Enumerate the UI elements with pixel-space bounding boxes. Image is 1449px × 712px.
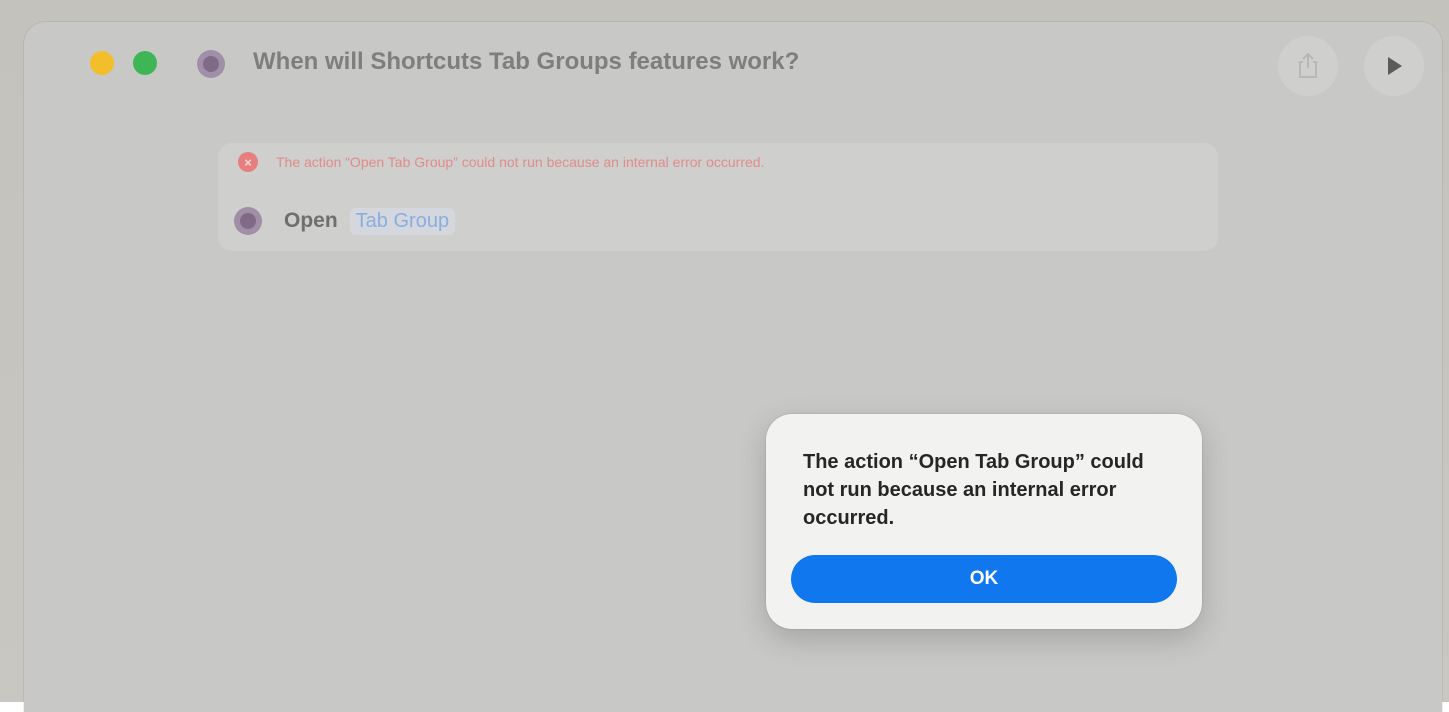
window-title: When will Shortcuts Tab Groups features … bbox=[253, 48, 800, 75]
open-tab-group-action[interactable]: × The action “Open Tab Group” could not … bbox=[218, 143, 1218, 251]
share-icon bbox=[1299, 52, 1317, 78]
error-alert-dialog: The action “Open Tab Group” could not ru… bbox=[766, 414, 1202, 629]
shortcut-editor-window bbox=[24, 22, 1442, 712]
action-icon-glyph bbox=[240, 213, 256, 229]
alert-message: The action “Open Tab Group” could not ru… bbox=[803, 451, 1144, 529]
tab-group-parameter[interactable]: Tab Group bbox=[349, 207, 456, 235]
shortcut-icon-glyph bbox=[203, 56, 219, 72]
action-error-text: The action “Open Tab Group” could not ru… bbox=[276, 154, 765, 170]
shortcut-icon bbox=[197, 50, 225, 78]
play-icon bbox=[1388, 57, 1402, 75]
error-icon: × bbox=[238, 152, 258, 172]
zoom-button[interactable] bbox=[133, 51, 157, 75]
run-button[interactable] bbox=[1364, 36, 1424, 96]
minimize-button[interactable] bbox=[90, 51, 114, 75]
action-verb: Open bbox=[284, 209, 338, 232]
share-button[interactable] bbox=[1278, 36, 1338, 96]
action-icon bbox=[234, 207, 262, 235]
ok-button[interactable]: OK bbox=[791, 555, 1177, 603]
action-error-row: × The action “Open Tab Group” could not … bbox=[238, 152, 764, 172]
action-step-row: Open Tab Group bbox=[234, 207, 456, 235]
